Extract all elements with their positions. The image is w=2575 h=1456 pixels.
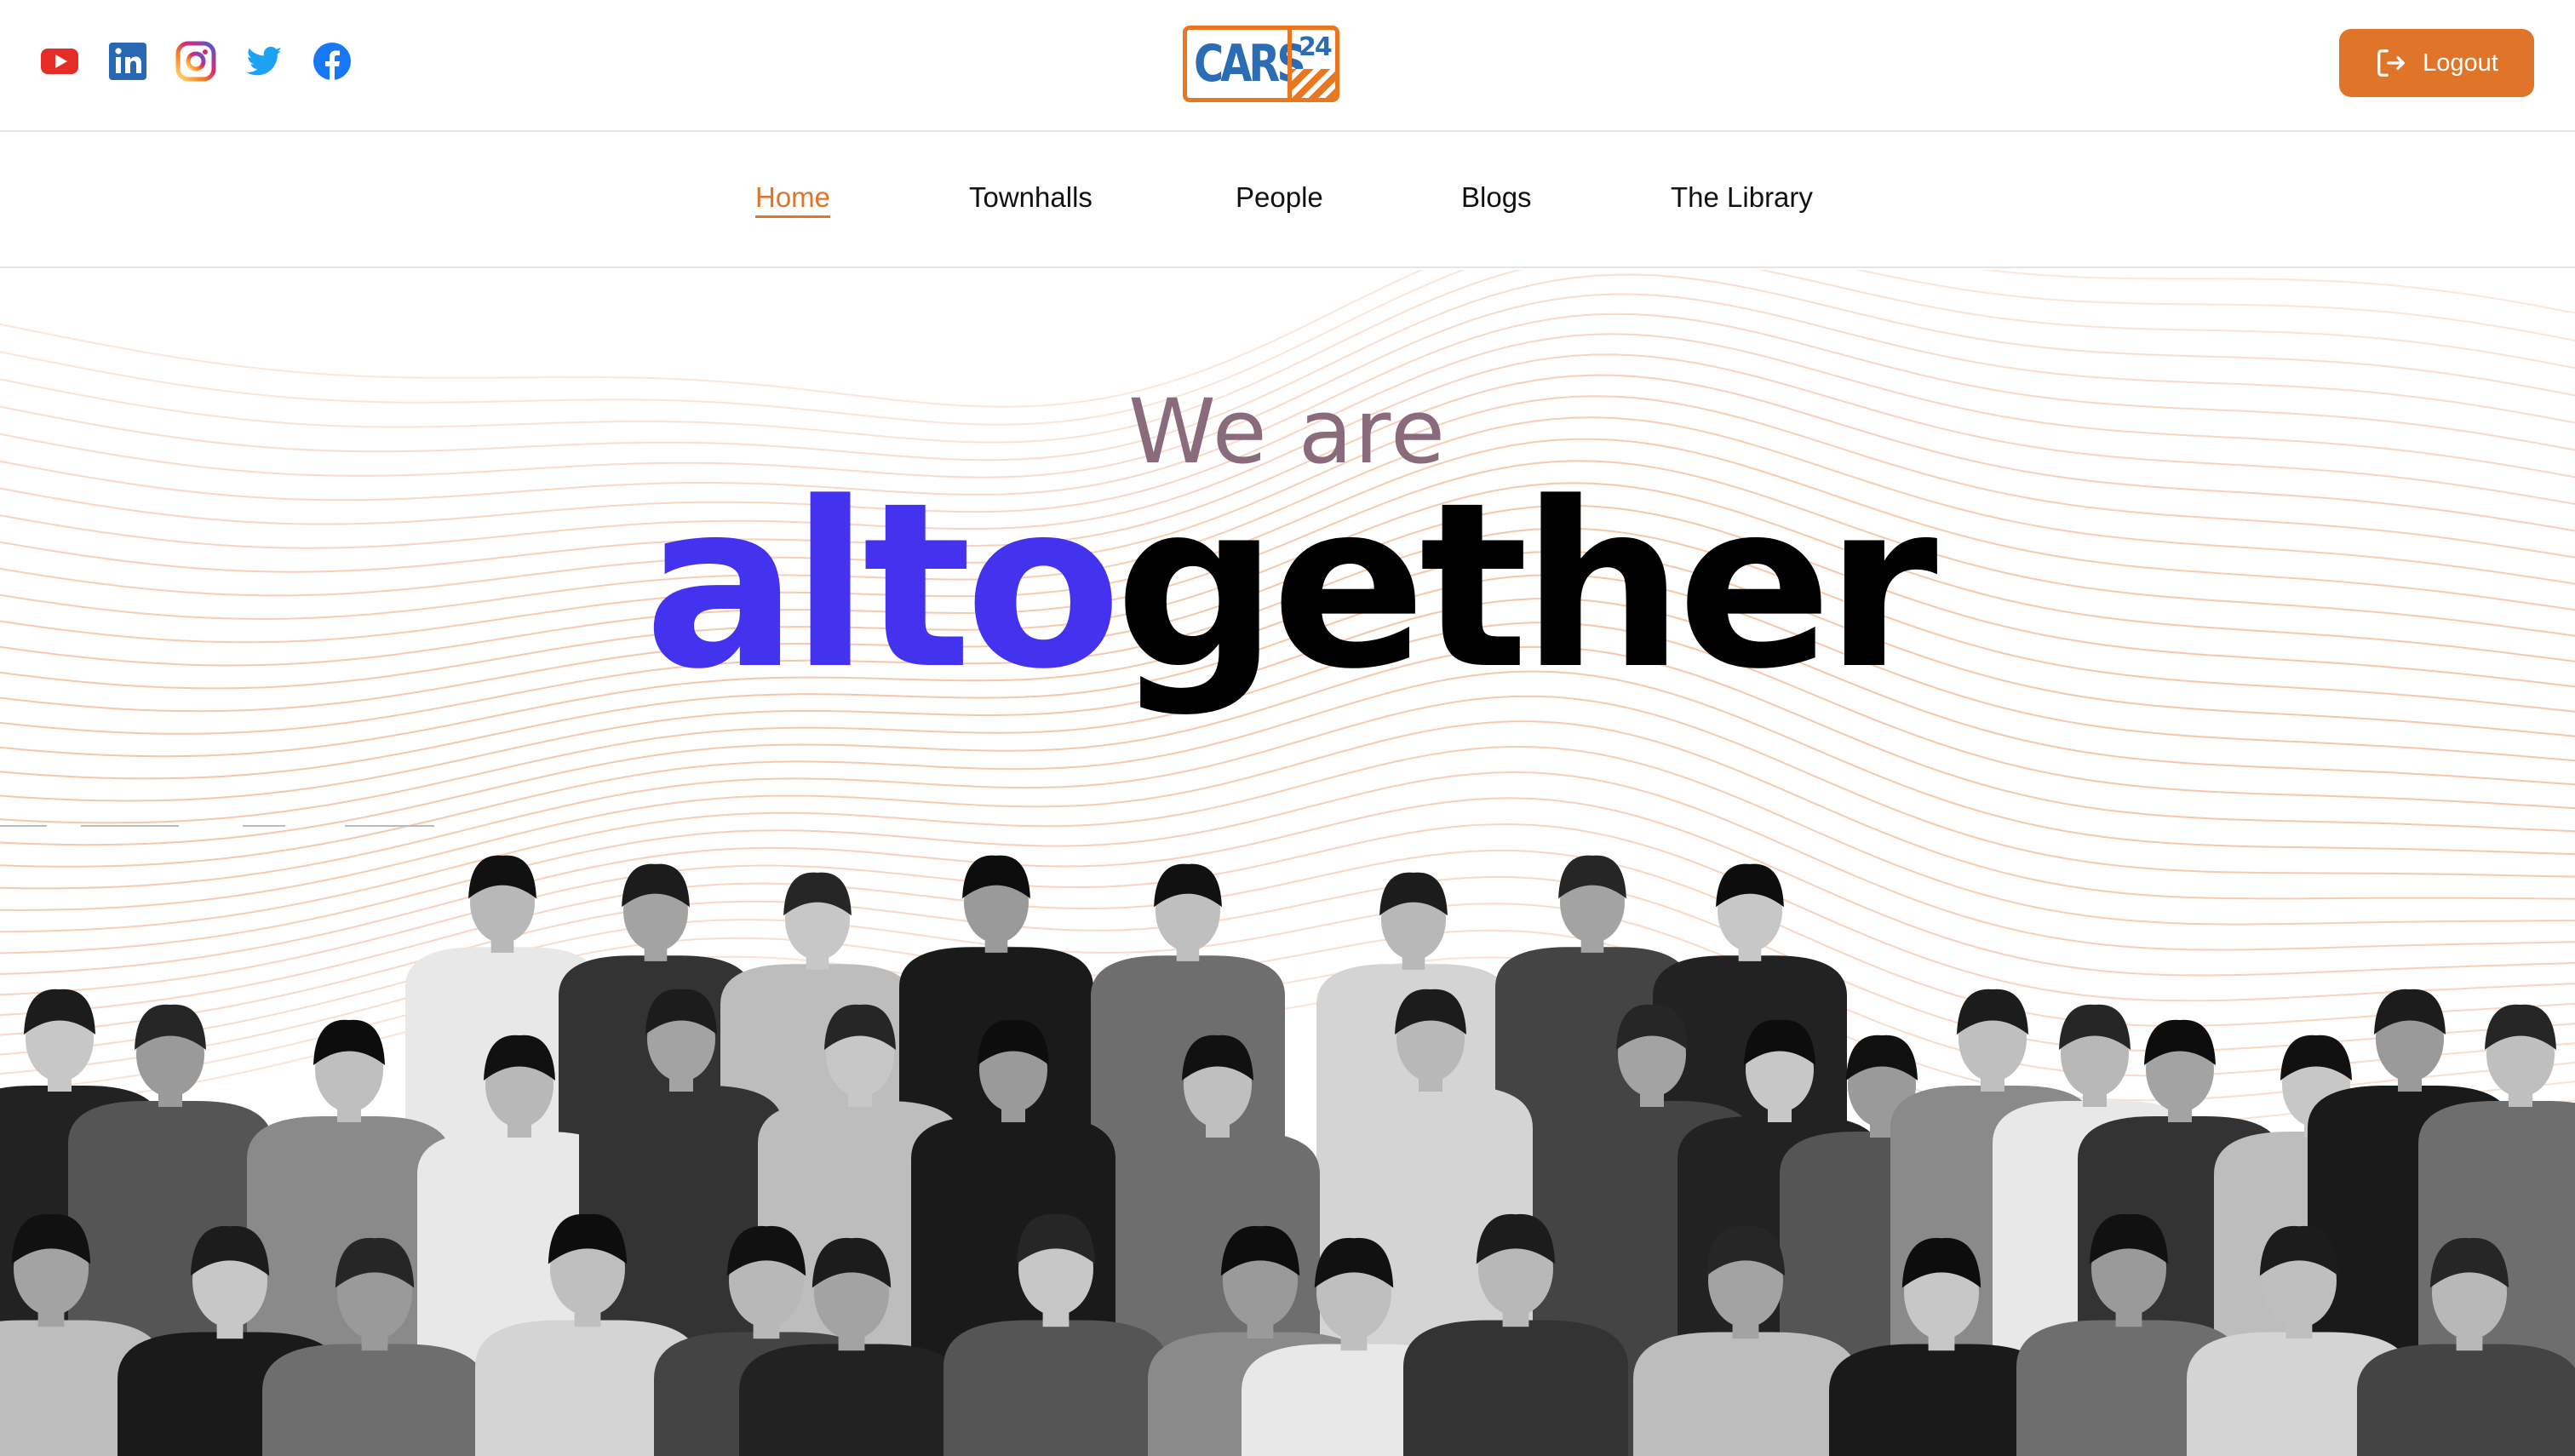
logout-button[interactable]: Logout [2339,29,2534,97]
youtube-icon[interactable] [39,41,80,82]
linkedin-icon[interactable] [107,41,148,82]
logo-stripes [1292,69,1335,98]
hero-title-accent: alto [644,454,1121,719]
nav-item-home[interactable]: Home [755,181,831,218]
top-header: CARS 24 Logout [0,0,2575,132]
team-group-photo [0,855,2575,1456]
logo-number-box: 24 [1288,30,1335,98]
nav-item-townhalls[interactable]: Townhalls [969,181,1093,214]
nav-item-blogs[interactable]: Blogs [1461,181,1532,214]
nav-item-people[interactable]: People [1236,181,1323,214]
nav-item-the-library[interactable]: The Library [1671,181,1813,214]
instagram-icon[interactable] [175,41,216,82]
cars24-logo[interactable]: CARS 24 [1183,26,1339,102]
logout-icon [2377,49,2405,77]
social-links [39,41,353,82]
logo-number: 24 [1299,32,1333,62]
hero-title-rest: gether [1115,454,1937,719]
logo-text: CARS [1194,34,1306,94]
logout-label: Logout [2423,49,2498,77]
hero-title: altogether [0,473,2575,701]
main-nav: Home Townhalls People Blogs The Library [0,132,2575,268]
twitter-icon[interactable] [244,41,284,82]
facebook-icon[interactable] [312,41,353,82]
